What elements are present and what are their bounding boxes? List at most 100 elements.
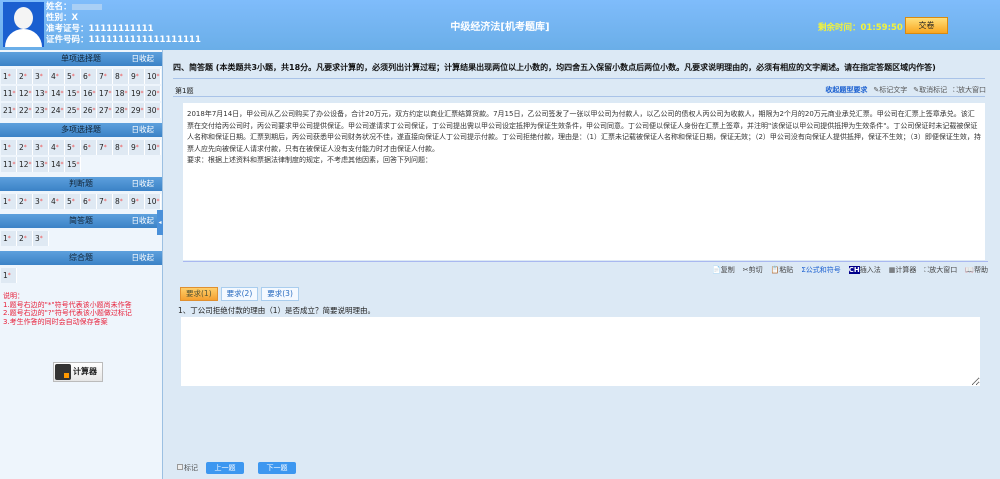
section-header: 多项选择题 日收起 [0, 123, 162, 137]
help-button[interactable]: 📖帮助 [965, 265, 988, 275]
question-link[interactable]: 17* [97, 86, 113, 101]
sidebar: 单项选择题 日收起 1* 2* 3* 4* 5* 6* 7* 8* 9* 10* 11* 12* 13* 14… [0, 50, 163, 479]
question-link[interactable]: 2* [17, 69, 33, 84]
question-link[interactable]: 5* [65, 140, 81, 155]
enlarge-button[interactable]: ⛶放大窗口 [924, 265, 957, 275]
question-link[interactable]: 12* [17, 157, 33, 172]
question-link[interactable]: 4* [49, 69, 65, 84]
question-link[interactable]: 3* [33, 231, 49, 246]
collapse-button[interactable]: 日收起 [132, 251, 155, 265]
question-link[interactable]: 24* [49, 103, 65, 118]
enlarge-window-button[interactable]: ⛶放大窗口 [953, 85, 986, 95]
question-link[interactable]: 2* [17, 194, 33, 209]
formula-button[interactable]: Σ公式和符号 [801, 265, 840, 275]
question-link[interactable]: 18* [113, 86, 129, 101]
question-link[interactable]: 7* [97, 140, 113, 155]
question-link[interactable]: 8* [113, 69, 129, 84]
question-grid: 1* 2* 3* [0, 228, 162, 249]
question-link[interactable]: 1* [1, 69, 17, 84]
question-link[interactable]: 23* [33, 103, 49, 118]
collapse-button[interactable]: 日收起 [132, 52, 155, 66]
cut-button[interactable]: ✂剪切 [743, 265, 763, 275]
question-link[interactable]: 28* [113, 103, 129, 118]
question-link[interactable]: 14* [49, 86, 65, 101]
question-paragraph: 2018年7月14日，甲公司从乙公司购买了办公设备，合计20万元，双方约定以商业… [187, 110, 981, 153]
question-link[interactable]: 22* [17, 103, 33, 118]
tab-requirement-1[interactable]: 要求(1) [180, 287, 218, 301]
question-link[interactable]: 1* [1, 140, 17, 155]
question-link[interactable]: 11* [1, 157, 17, 172]
question-link[interactable]: 6* [81, 194, 97, 209]
question-link[interactable]: 3* [33, 140, 49, 155]
question-link[interactable]: 2* [17, 140, 33, 155]
question-link[interactable]: 14* [49, 157, 65, 172]
section-title: 判断题 [69, 179, 93, 188]
section-header: 单项选择题 日收起 [0, 52, 162, 66]
question-link[interactable]: 25* [65, 103, 81, 118]
input-method-button[interactable]: CH插入法 [848, 265, 881, 275]
question-link[interactable]: 7* [97, 194, 113, 209]
calculator-tool-button[interactable]: ▦计算器 [889, 265, 917, 275]
name-label: 姓名： [46, 2, 72, 12]
calculator-button[interactable]: 计算器 [53, 362, 103, 382]
collapse-button[interactable]: 日收起 [132, 177, 155, 191]
question-link[interactable]: 3* [33, 194, 49, 209]
question-link[interactable]: 1* [1, 268, 17, 283]
question-link[interactable]: 5* [65, 69, 81, 84]
question-link[interactable]: 29* [129, 103, 145, 118]
question-link[interactable]: 20* [145, 86, 161, 101]
question-link[interactable]: 6* [81, 69, 97, 84]
question-link[interactable]: 8* [113, 140, 129, 155]
question-link[interactable]: 6* [81, 140, 97, 155]
answer-input[interactable] [181, 317, 980, 386]
unmark-button[interactable]: ✎取消标记 [913, 85, 947, 95]
section-header: 简答题 日收起 [0, 214, 162, 228]
question-link[interactable]: 10* [145, 194, 161, 209]
question-link[interactable]: 9* [129, 69, 145, 84]
question-link[interactable]: 26* [81, 103, 97, 118]
question-link[interactable]: 12* [17, 86, 33, 101]
question-grid: 1* 2* 3* 4* 5* 6* 7* 8* 9* 10* 11* 12* 13* 14* 15* 16* 1… [0, 66, 162, 121]
question-link[interactable]: 10* [145, 69, 161, 84]
question-link[interactable]: 2* [17, 231, 33, 246]
question-link[interactable]: 5* [65, 194, 81, 209]
instructions: 说明： 1.题号右边的"*"符号代表该小题尚未作答 2.题号右边的"?"符号代表… [0, 286, 162, 332]
requirement-tabs: 要求(1) 要求(2) 要求(3) [180, 287, 299, 301]
question-link[interactable]: 9* [129, 140, 145, 155]
mark-checkbox[interactable]: 标记 [177, 463, 198, 473]
question-link[interactable]: 4* [49, 194, 65, 209]
note: 3.考生作答的同时会自动保存答案 [3, 317, 108, 326]
submit-button[interactable]: 交卷 [905, 17, 948, 34]
question-link[interactable]: 4* [49, 140, 65, 155]
collapse-requirements-button[interactable]: 收起题型要求 [825, 85, 867, 95]
question-link[interactable]: 30* [145, 103, 161, 118]
tab-requirement-2[interactable]: 要求(2) [220, 287, 259, 301]
section-title: 简答题 [69, 216, 93, 225]
question-link[interactable]: 19* [129, 86, 145, 101]
collapse-button[interactable]: 日收起 [132, 123, 155, 137]
collapse-button[interactable]: 日收起 [132, 214, 155, 228]
question-link[interactable]: 16* [81, 86, 97, 101]
question-link[interactable]: 11* [1, 86, 17, 101]
copy-button[interactable]: 📄复制 [712, 265, 735, 275]
question-link[interactable]: 10* [145, 140, 161, 155]
question-link[interactable]: 1* [1, 194, 17, 209]
tab-requirement-3[interactable]: 要求(3) [261, 287, 299, 301]
question-link[interactable]: 9* [129, 194, 145, 209]
paste-button[interactable]: 📋粘贴 [771, 265, 794, 275]
question-link[interactable]: 15* [65, 86, 81, 101]
question-link[interactable]: 8* [113, 194, 129, 209]
question-link[interactable]: 13* [33, 86, 49, 101]
question-link[interactable]: 13* [33, 157, 49, 172]
next-button[interactable]: 下一题 [258, 462, 296, 474]
question-link[interactable]: 15* [65, 157, 81, 172]
section-title: 四、简答题 (本类题共3小题，共18分。凡要求计算的，必须列出计算过程；计算结果… [173, 63, 936, 72]
prev-button[interactable]: 上一题 [206, 462, 244, 474]
question-link[interactable]: 1* [1, 231, 17, 246]
question-link[interactable]: 3* [33, 69, 49, 84]
sidebar-toggle-handle[interactable]: ◂ [157, 210, 163, 235]
question-link[interactable]: 7* [97, 69, 113, 84]
mark-text-button[interactable]: ✎标记文字 [873, 85, 907, 95]
question-link[interactable]: 27* [97, 103, 113, 118]
question-link[interactable]: 21* [1, 103, 17, 118]
